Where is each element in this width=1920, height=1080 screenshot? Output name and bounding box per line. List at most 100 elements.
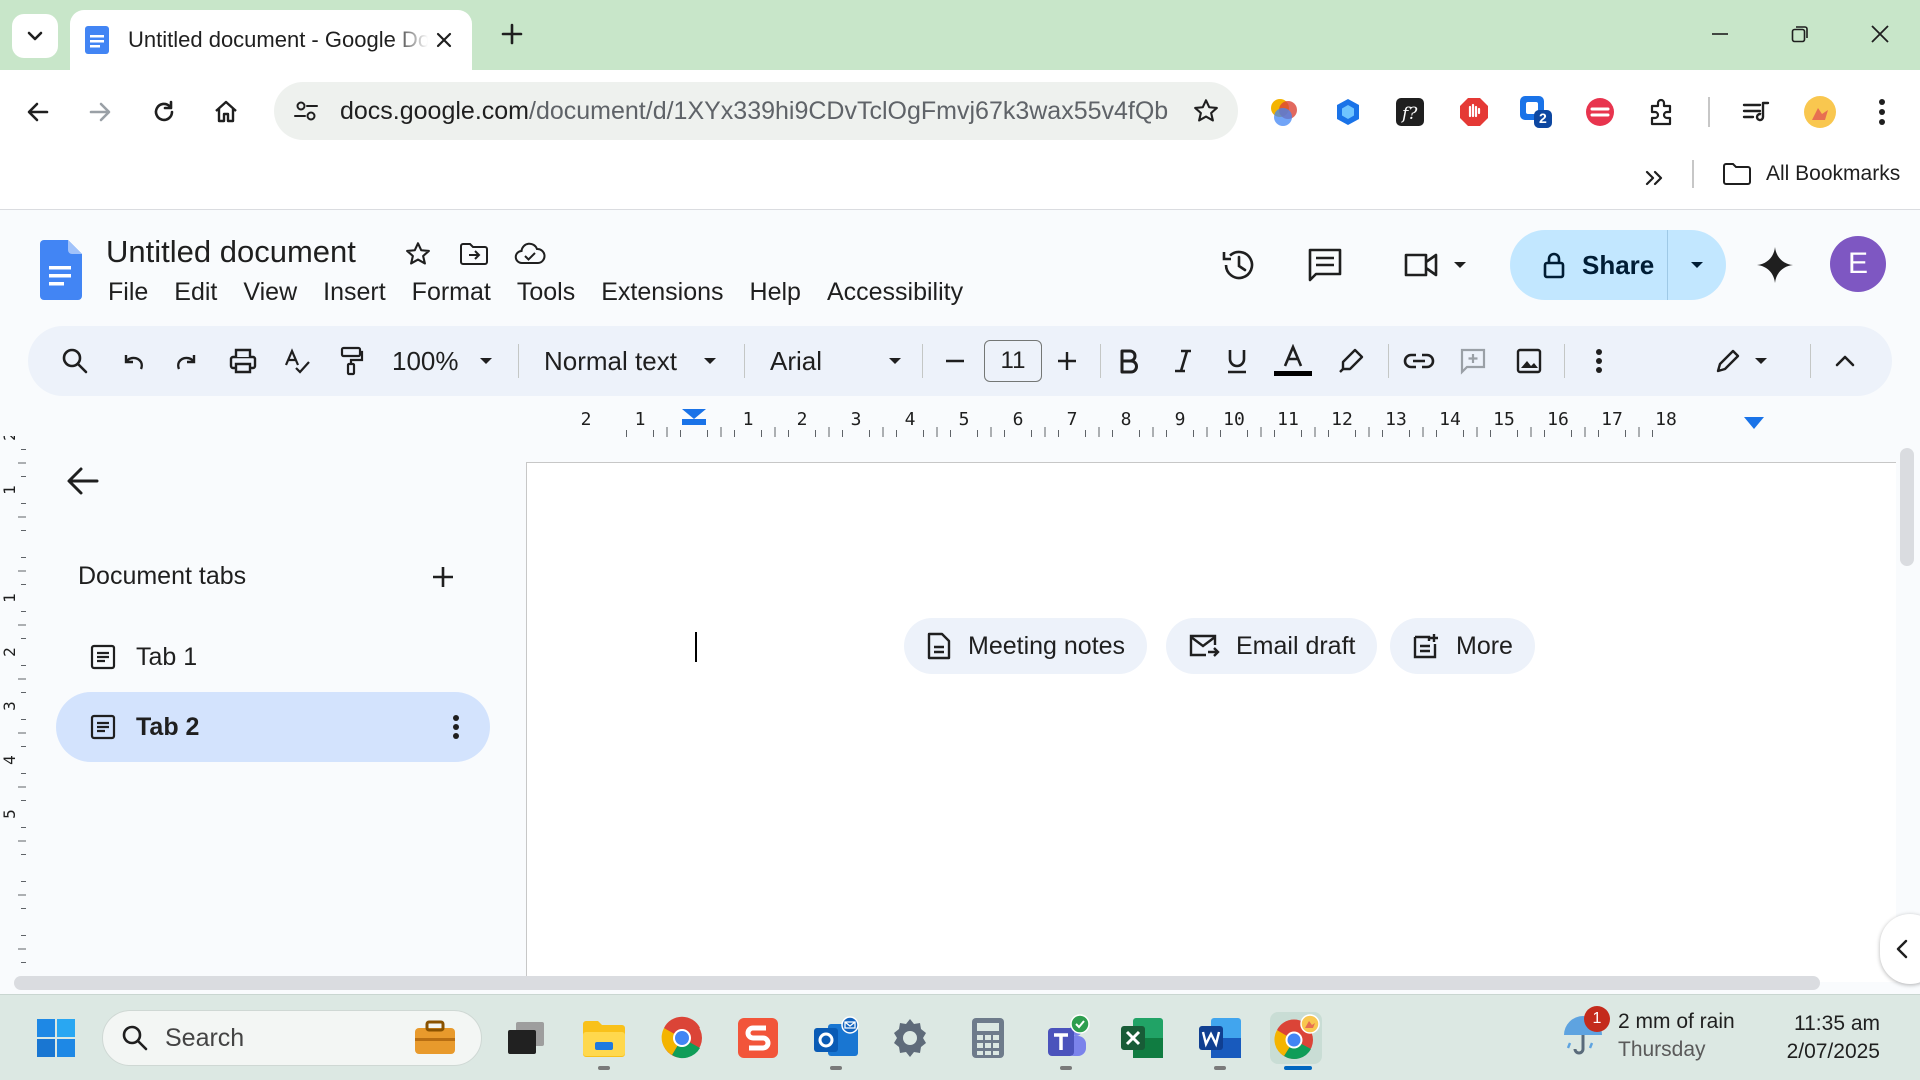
tab-options-icon[interactable]: [452, 714, 460, 740]
more-templates-chip[interactable]: More: [1390, 618, 1535, 674]
settings-gear-icon[interactable]: [884, 1012, 936, 1064]
paint-format-icon[interactable]: [330, 340, 372, 382]
minimize-window-button[interactable]: [1692, 12, 1748, 56]
font-size-input[interactable]: 11: [984, 340, 1042, 382]
menu-format[interactable]: Format: [399, 276, 504, 308]
address-bar[interactable]: docs.google.com/document/d/1XYx339hi9CDv…: [274, 82, 1238, 140]
bookmark-star-icon[interactable]: [1192, 97, 1220, 125]
menu-accessibility[interactable]: Accessibility: [814, 276, 976, 308]
decrease-font-size-icon[interactable]: [934, 340, 976, 382]
meet-call-button[interactable]: [1394, 240, 1476, 290]
email-draft-chip[interactable]: Email draft: [1166, 618, 1378, 674]
vertical-ruler[interactable]: 2 1 1 2 3 4 5: [0, 436, 26, 976]
text-color-icon[interactable]: [1272, 340, 1314, 382]
italic-icon[interactable]: [1162, 340, 1204, 382]
ruler-label: 16: [1547, 409, 1569, 430]
word-icon[interactable]: [1194, 1012, 1246, 1064]
zoom-select[interactable]: 100%: [392, 344, 493, 378]
task-view-icon[interactable]: [500, 1012, 552, 1064]
version-history-icon[interactable]: [1214, 240, 1264, 290]
menu-extensions[interactable]: Extensions: [588, 276, 736, 308]
menu-tools[interactable]: Tools: [504, 276, 588, 308]
undo-icon[interactable]: [112, 340, 154, 382]
forward-button[interactable]: [78, 90, 122, 134]
home-button[interactable]: [204, 90, 248, 134]
teams-icon[interactable]: [1040, 1012, 1092, 1064]
url-text[interactable]: docs.google.com/document/d/1XYx339hi9CDv…: [340, 97, 1170, 126]
document-page[interactable]: [526, 462, 1896, 982]
ruler-label: 3: [0, 701, 19, 711]
document-tab-2[interactable]: Tab 2: [56, 692, 490, 762]
menu-help[interactable]: Help: [737, 276, 814, 308]
bookmarks-overflow-icon[interactable]: [1636, 160, 1672, 196]
font-family-select[interactable]: Arial: [770, 344, 902, 378]
document-tab-1[interactable]: Tab 1: [56, 622, 490, 692]
document-title[interactable]: Untitled document: [106, 234, 356, 270]
google-docs-logo-icon[interactable]: [38, 240, 82, 300]
search-menus-icon[interactable]: [54, 340, 96, 382]
browser-tab-active[interactable]: Untitled document - Google Docs: [70, 10, 472, 70]
add-tab-icon[interactable]: [426, 560, 460, 594]
extensions-puzzle-icon[interactable]: [1640, 90, 1684, 134]
system-clock[interactable]: 11:35 am 2/07/2025: [1760, 1010, 1880, 1066]
close-window-button[interactable]: [1852, 12, 1908, 56]
move-folder-icon[interactable]: [458, 238, 490, 270]
extension-cube-icon[interactable]: [1326, 90, 1370, 134]
slides-app-icon[interactable]: [732, 1012, 784, 1064]
more-options-icon[interactable]: [1578, 340, 1620, 382]
account-avatar[interactable]: E: [1830, 236, 1886, 292]
meeting-notes-chip[interactable]: Meeting notes: [904, 618, 1148, 674]
all-bookmarks-button[interactable]: All Bookmarks: [1722, 160, 1900, 188]
share-dropdown-button[interactable]: [1668, 260, 1726, 270]
menu-edit[interactable]: Edit: [161, 276, 230, 308]
extension-adblock-icon[interactable]: [1452, 90, 1496, 134]
outlook-icon[interactable]: [810, 1012, 862, 1064]
extension-function-icon[interactable]: f?: [1388, 90, 1432, 134]
share-button[interactable]: Share: [1510, 230, 1668, 300]
increase-font-size-icon[interactable]: [1046, 340, 1088, 382]
vertical-scrollbar[interactable]: [1900, 448, 1914, 566]
chrome-active-icon[interactable]: [1270, 1012, 1322, 1064]
excel-icon[interactable]: [1116, 1012, 1168, 1064]
insert-image-icon[interactable]: [1508, 340, 1550, 382]
insert-comment-icon[interactable]: [1452, 340, 1494, 382]
print-icon[interactable]: [222, 340, 264, 382]
horizontal-scrollbar[interactable]: [14, 976, 1820, 990]
media-control-icon[interactable]: [1734, 90, 1778, 134]
menu-insert[interactable]: Insert: [310, 276, 399, 308]
calculator-icon[interactable]: [962, 1012, 1014, 1064]
extension-red-icon[interactable]: [1578, 90, 1622, 134]
editing-mode-select[interactable]: [1700, 340, 1782, 382]
windows-start-icon[interactable]: [30, 1012, 82, 1064]
close-side-panel-icon[interactable]: [66, 466, 100, 506]
taskbar-search-box[interactable]: Search: [102, 1010, 482, 1066]
star-icon[interactable]: [402, 238, 434, 270]
menu-view[interactable]: View: [230, 276, 310, 308]
back-button[interactable]: [16, 90, 60, 134]
horizontal-ruler[interactable]: 2 1 1 2 3 4 5 6 7 8 9 10 11 12 13 14 15 16 17 18: [526, 405, 1906, 437]
comments-icon[interactable]: [1300, 240, 1350, 290]
profile-avatar-icon[interactable]: [1798, 90, 1842, 134]
menu-file[interactable]: File: [108, 276, 161, 308]
paragraph-style-select[interactable]: Normal text: [544, 344, 717, 378]
restore-window-button[interactable]: [1772, 12, 1828, 56]
extension-color-icon[interactable]: [1262, 90, 1306, 134]
tab-search-button[interactable]: [12, 14, 58, 58]
insert-link-icon[interactable]: [1398, 340, 1440, 382]
reload-button[interactable]: [142, 90, 186, 134]
redo-icon[interactable]: [166, 340, 208, 382]
hide-menus-icon[interactable]: [1824, 340, 1866, 382]
close-tab-icon[interactable]: [430, 26, 458, 54]
extension-badge-icon[interactable]: 2: [1514, 90, 1558, 134]
highlight-color-icon[interactable]: [1330, 340, 1372, 382]
chrome-icon[interactable]: [656, 1012, 708, 1064]
bold-icon[interactable]: [1108, 340, 1150, 382]
new-tab-button[interactable]: [494, 16, 530, 52]
site-settings-icon[interactable]: [292, 97, 320, 125]
gemini-sparkle-icon[interactable]: [1750, 240, 1800, 290]
spelling-check-icon[interactable]: [276, 340, 318, 382]
file-explorer-icon[interactable]: [578, 1012, 630, 1064]
underline-icon[interactable]: [1216, 340, 1258, 382]
browser-menu-icon[interactable]: [1860, 90, 1904, 134]
cloud-saved-icon[interactable]: [514, 238, 546, 270]
